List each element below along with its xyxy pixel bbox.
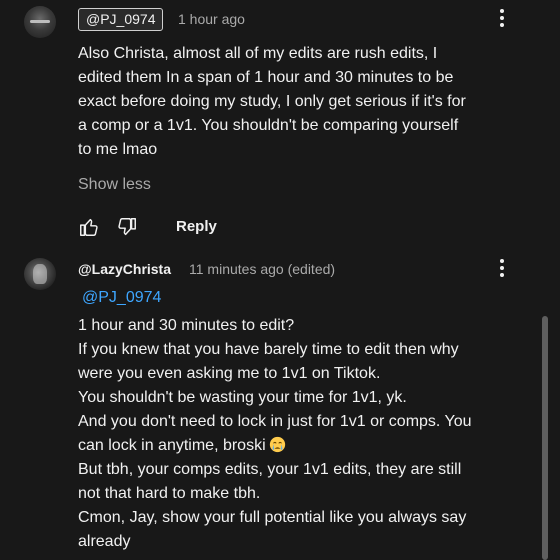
more-options-icon[interactable] <box>492 256 512 280</box>
comment-line-with-emoji: can lock in anytime, broski <box>78 434 546 458</box>
avatar[interactable] <box>24 6 56 38</box>
comment-line: Cmon, Jay, show your full potential like… <box>78 509 467 526</box>
comment-line: And you don't need to lock in just for 1… <box>78 413 472 430</box>
author-handle[interactable]: @LazyChrista <box>78 261 171 277</box>
comment-timestamp[interactable]: 1 hour ago <box>178 11 245 27</box>
comment-line: If you knew that you have barely time to… <box>78 341 459 358</box>
author-handle[interactable]: @PJ_0974 <box>78 8 164 31</box>
comment-text: 1 hour and 30 minutes to edit? If you kn… <box>78 314 546 554</box>
comment-line: already <box>78 533 131 550</box>
comment-line: not that hard to make tbh. <box>78 485 261 502</box>
comment-line: were you even asking me to 1v1 on Tiktok… <box>78 365 381 382</box>
comment-line: You shouldn't be wasting your time for 1… <box>78 389 407 406</box>
reply-button[interactable]: Reply <box>176 218 217 235</box>
show-less-button[interactable]: Show less <box>78 176 151 194</box>
scrollbar[interactable] <box>542 316 548 560</box>
crying-face-emoji-icon <box>269 436 285 453</box>
comment-line: 1 hour and 30 minutes to edit? <box>78 317 295 334</box>
comment-line: Also Christa, almost all of my edits are… <box>78 45 438 62</box>
comment-line: a comp or a 1v1. You shouldn't be compar… <box>78 117 459 134</box>
comment-line: But tbh, your comps edits, your 1v1 edit… <box>78 461 462 478</box>
comment-line: to me lmao <box>78 141 158 158</box>
comment-line: exact before doing my study, I only get … <box>78 93 466 110</box>
comments-panel: @PJ_0974 1 hour ago Also Christa, almost… <box>0 0 560 560</box>
comment-line: edited them In a span of 1 hour and 30 m… <box>78 69 454 86</box>
thumbs-down-icon[interactable] <box>116 216 138 238</box>
avatar[interactable] <box>24 258 56 290</box>
comment-text: Also Christa, almost all of my edits are… <box>78 42 538 162</box>
more-options-icon[interactable] <box>492 6 512 30</box>
thumbs-up-icon[interactable] <box>78 216 100 238</box>
comment-timestamp[interactable]: 11 minutes ago (edited) <box>189 261 335 277</box>
comment-line: can lock in anytime, broski <box>78 437 266 454</box>
mention-link[interactable]: @PJ_0974 <box>82 289 161 307</box>
